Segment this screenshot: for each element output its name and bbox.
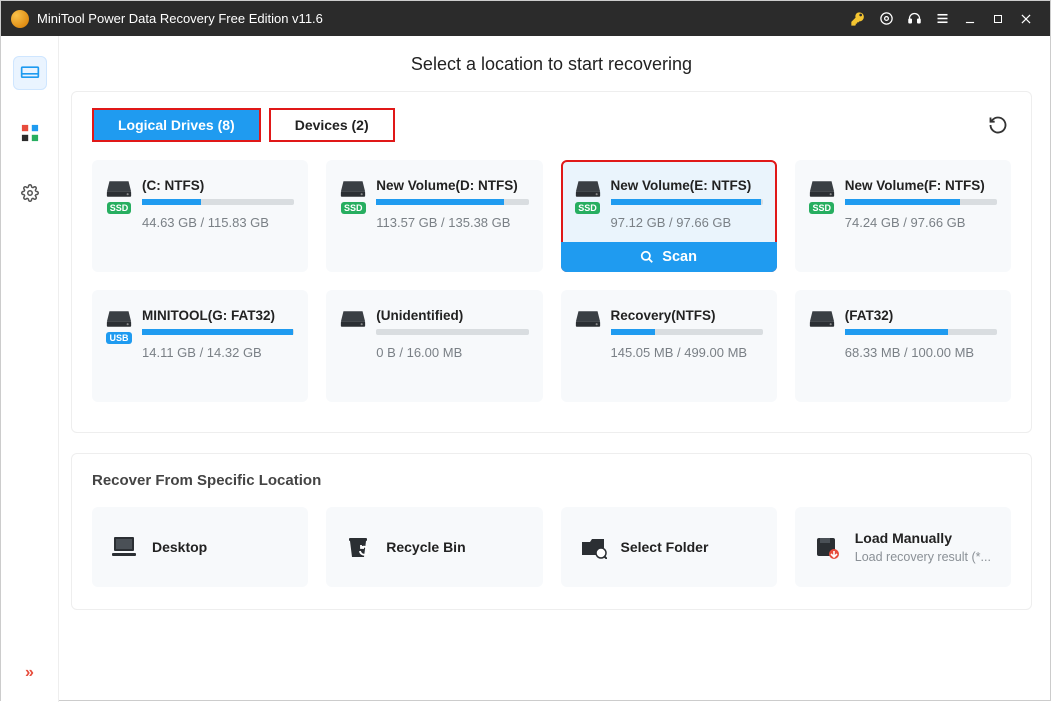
drives-panel: Logical Drives (8) Devices (2) SSD (C: N… <box>71 91 1032 433</box>
location-card[interactable]: Load Manually Load recovery result (*... <box>795 507 1011 587</box>
page-heading: Select a location to start recovering <box>71 36 1032 91</box>
drive-size: 68.33 MB / 100.00 MB <box>845 345 997 360</box>
usage-bar <box>376 329 528 335</box>
drive-icon: USB <box>106 308 132 360</box>
drive-name: (Unidentified) <box>376 308 528 323</box>
drive-card[interactable]: SSD New Volume(D: NTFS) 113.57 GB / 135.… <box>326 160 542 272</box>
tab-logical-drives[interactable]: Logical Drives (8) <box>92 108 261 142</box>
drive-icon: SSD <box>340 178 366 230</box>
drive-name: (C: NTFS) <box>142 178 294 193</box>
usage-bar <box>611 199 763 205</box>
usage-bar <box>142 199 294 205</box>
usage-bar <box>376 199 528 205</box>
sidebar-recovery-icon[interactable] <box>13 56 47 90</box>
close-button[interactable] <box>1012 5 1040 33</box>
disc-icon[interactable] <box>872 5 900 33</box>
drive-card[interactable]: SSD New Volume(E: NTFS) 97.12 GB / 97.66… <box>561 160 777 272</box>
sidebar-settings-icon[interactable] <box>13 176 47 210</box>
drive-icon <box>809 308 835 360</box>
drive-size: 44.63 GB / 115.83 GB <box>142 215 294 230</box>
drive-badge: USB <box>106 332 131 344</box>
sidebar: » <box>1 36 59 702</box>
drive-icon <box>575 308 601 360</box>
tab-devices[interactable]: Devices (2) <box>269 108 395 142</box>
location-icon <box>110 535 138 559</box>
drive-card[interactable]: USB MINITOOL(G: FAT32) 14.11 GB / 14.32 … <box>92 290 308 402</box>
drive-name: New Volume(D: NTFS) <box>376 178 528 193</box>
drive-name: Recovery(NTFS) <box>611 308 763 323</box>
drive-size: 145.05 MB / 499.00 MB <box>611 345 763 360</box>
support-headset-icon[interactable] <box>900 5 928 33</box>
drive-card[interactable]: (FAT32) 68.33 MB / 100.00 MB <box>795 290 1011 402</box>
location-card[interactable]: Select Folder <box>561 507 777 587</box>
upgrade-key-icon[interactable] <box>844 5 872 33</box>
drive-badge: SSD <box>809 202 834 214</box>
window-title: MiniTool Power Data Recovery Free Editio… <box>37 11 323 26</box>
drive-name: (FAT32) <box>845 308 997 323</box>
drive-size: 74.24 GB / 97.66 GB <box>845 215 997 230</box>
usage-bar <box>142 329 294 335</box>
location-icon <box>813 535 841 559</box>
drive-icon: SSD <box>106 178 132 230</box>
location-icon <box>579 535 607 559</box>
location-title: Recycle Bin <box>386 539 524 555</box>
title-bar: MiniTool Power Data Recovery Free Editio… <box>1 1 1050 36</box>
drive-size: 113.57 GB / 135.38 GB <box>376 215 528 230</box>
maximize-button[interactable] <box>984 5 1012 33</box>
specific-location-panel: Recover From Specific Location Desktop R… <box>71 453 1032 610</box>
app-logo-icon <box>11 10 29 28</box>
drive-card[interactable]: Recovery(NTFS) 145.05 MB / 499.00 MB <box>561 290 777 402</box>
location-title: Load Manually <box>855 530 993 546</box>
location-card[interactable]: Recycle Bin <box>326 507 542 587</box>
refresh-button[interactable] <box>985 112 1011 138</box>
location-subtitle: Load recovery result (*... <box>855 550 993 564</box>
drive-card[interactable]: (Unidentified) 0 B / 16.00 MB <box>326 290 542 402</box>
drive-name: MINITOOL(G: FAT32) <box>142 308 294 323</box>
location-title: Select Folder <box>621 539 759 555</box>
drive-badge: SSD <box>575 202 600 214</box>
drive-card[interactable]: SSD (C: NTFS) 44.63 GB / 115.83 GB <box>92 160 308 272</box>
sidebar-expand-icon[interactable]: » <box>25 664 34 682</box>
drive-icon: SSD <box>575 178 601 230</box>
sidebar-apps-icon[interactable] <box>13 116 47 150</box>
minimize-button[interactable] <box>956 5 984 33</box>
usage-bar <box>845 199 997 205</box>
drive-icon: SSD <box>809 178 835 230</box>
drive-badge: SSD <box>341 202 366 214</box>
menu-icon[interactable] <box>928 5 956 33</box>
scan-button[interactable]: Scan <box>561 242 777 272</box>
drive-size: 97.12 GB / 97.66 GB <box>611 215 763 230</box>
specific-heading: Recover From Specific Location <box>92 472 1011 489</box>
location-icon <box>344 535 372 559</box>
scan-label: Scan <box>662 249 697 265</box>
location-title: Desktop <box>152 539 290 555</box>
drive-size: 0 B / 16.00 MB <box>376 345 528 360</box>
location-card[interactable]: Desktop <box>92 507 308 587</box>
drive-name: New Volume(E: NTFS) <box>611 178 763 193</box>
drive-badge: SSD <box>107 202 132 214</box>
drive-card[interactable]: SSD New Volume(F: NTFS) 74.24 GB / 97.66… <box>795 160 1011 272</box>
drive-name: New Volume(F: NTFS) <box>845 178 997 193</box>
drive-size: 14.11 GB / 14.32 GB <box>142 345 294 360</box>
usage-bar <box>845 329 997 335</box>
usage-bar <box>611 329 763 335</box>
drive-icon <box>340 308 366 360</box>
